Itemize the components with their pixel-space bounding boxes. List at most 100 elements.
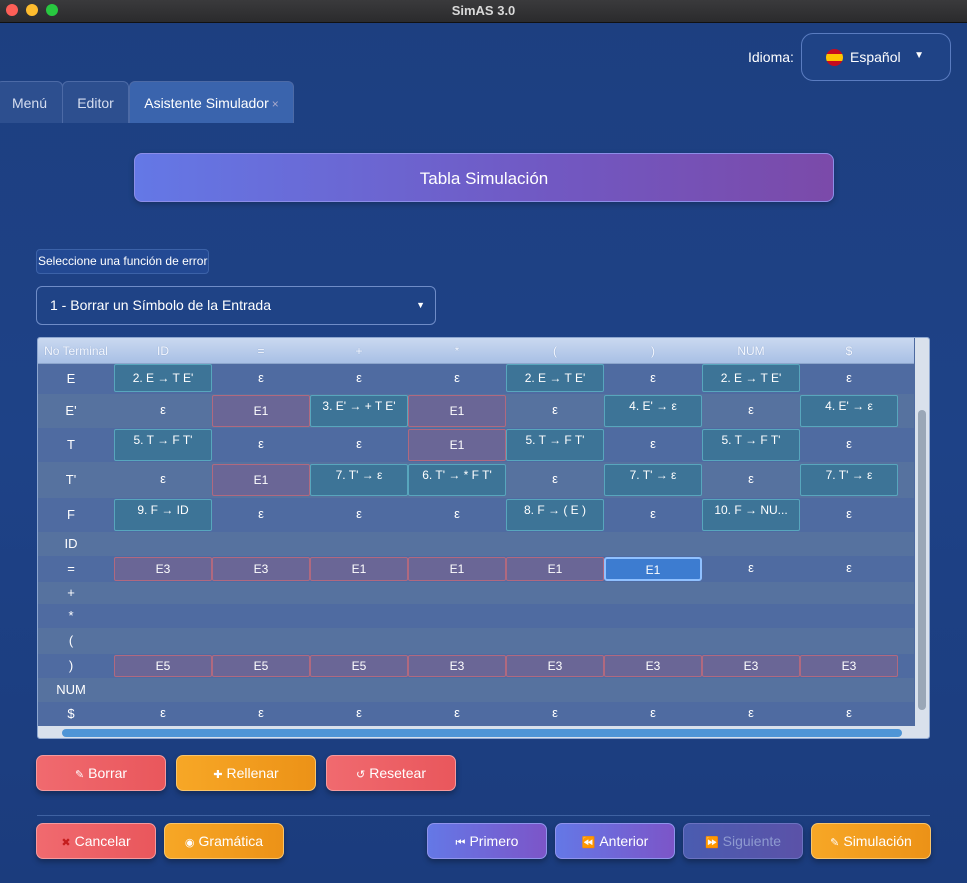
window-title: SimAS 3.0	[451, 3, 516, 18]
epsilon-cell[interactable]: ε	[310, 498, 408, 532]
error-cell[interactable]: E1	[408, 557, 506, 581]
epsilon-cell[interactable]: ε	[114, 462, 212, 498]
epsilon-cell[interactable]: ε	[604, 498, 702, 532]
epsilon-cell[interactable]: ε	[800, 428, 898, 462]
epsilon-cell[interactable]: ε	[506, 394, 604, 428]
epsilon-cell[interactable]: ε	[212, 428, 310, 462]
epsilon-cell[interactable]: ε	[800, 498, 898, 532]
error-cell[interactable]: E3	[800, 655, 898, 677]
table-row: T' ε E1 7. T' → ε 6. T' → * F T' ε 7. T' → εε7…	[38, 462, 914, 498]
close-tab-icon[interactable]: ×	[272, 97, 279, 111]
production-cell[interactable]: 5. T → F T'	[506, 429, 604, 461]
epsilon-cell[interactable]: ε	[604, 702, 702, 726]
cancelar-button[interactable]: ✖ Cancelar	[36, 823, 156, 859]
error-cell[interactable]: E1	[506, 557, 604, 581]
gramatica-button[interactable]: ◉ Gramática	[164, 823, 284, 859]
vertical-scrollbar[interactable]	[915, 338, 929, 738]
tab-editor[interactable]: Editor	[62, 81, 129, 123]
production-cell[interactable]: 8. F → ( E )	[506, 499, 604, 531]
error-cell[interactable]: E5	[310, 655, 408, 677]
epsilon-cell[interactable]: ε	[212, 702, 310, 726]
nonterminal-cell: =	[67, 561, 75, 576]
production-cell[interactable]: 5. T → F T'	[114, 429, 212, 461]
production-cell[interactable]: 5. T → F T'	[702, 429, 800, 461]
epsilon-cell[interactable]: ε	[604, 428, 702, 462]
error-function-select[interactable]: 1 - Borrar un Símbolo de la Entrada ▼	[36, 286, 436, 325]
simulation-icon: ✎	[830, 837, 840, 849]
table-row: = E3 E3 E1 E1 E1 E1 ε ε	[38, 556, 914, 582]
error-cell[interactable]: E1	[408, 395, 506, 427]
primero-button[interactable]: ⏮ Primero	[427, 823, 547, 859]
tab-menu[interactable]: Menú	[0, 81, 63, 123]
epsilon-cell[interactable]: ε	[800, 364, 898, 394]
column-header: $	[845, 344, 853, 358]
error-cell[interactable]: E3	[114, 557, 212, 581]
production-cell[interactable]: 4. E' → ε	[604, 395, 702, 427]
production-cell[interactable]: 6. T' → * F T'	[408, 464, 506, 496]
tab-label: Editor	[77, 95, 114, 111]
production-cell[interactable]: 3. E' → + T E'	[310, 395, 408, 427]
table-row: ID	[38, 532, 914, 556]
nonterminal-cell: *	[68, 608, 74, 623]
epsilon-cell[interactable]: ε	[604, 364, 702, 394]
borrar-button[interactable]: ✎ Borrar	[36, 755, 166, 791]
error-cell[interactable]: E1	[408, 429, 506, 461]
epsilon-cell[interactable]: ε	[702, 462, 800, 498]
production-cell[interactable]: 10. F → NU...	[702, 499, 800, 531]
simulacion-button[interactable]: ✎ Simulación	[811, 823, 931, 859]
error-cell[interactable]: E5	[114, 655, 212, 677]
error-cell[interactable]: E3	[506, 655, 604, 677]
error-cell[interactable]: E3	[604, 655, 702, 677]
error-cell[interactable]: E1	[310, 557, 408, 581]
production-cell[interactable]: 7. T' → ε	[800, 464, 898, 496]
error-cell[interactable]: E5	[212, 655, 310, 677]
divider	[37, 815, 930, 816]
production-cell[interactable]: 2. E → T E'	[114, 364, 212, 392]
epsilon-cell[interactable]: ε	[702, 702, 800, 726]
production-cell[interactable]: 4. E' → ε	[800, 395, 898, 427]
production-cell[interactable]: 7. T' → ε	[604, 464, 702, 496]
epsilon-cell[interactable]: ε	[702, 394, 800, 428]
epsilon-cell[interactable]: ε	[408, 364, 506, 394]
epsilon-cell[interactable]: ε	[310, 702, 408, 726]
horizontal-scrollbar[interactable]	[38, 726, 915, 738]
epsilon-cell[interactable]: ε	[310, 364, 408, 394]
error-cell[interactable]: E3	[408, 655, 506, 677]
epsilon-cell[interactable]: ε	[800, 702, 898, 726]
vertical-scroll-thumb[interactable]	[918, 410, 926, 710]
epsilon-cell[interactable]: ε	[408, 498, 506, 532]
production-cell[interactable]: 9. F → ID	[114, 499, 212, 531]
epsilon-cell[interactable]: ε	[114, 394, 212, 428]
epsilon-cell[interactable]: ε	[212, 364, 310, 394]
table-body: E 2. E → T E' ε ε ε 2. E → T E' ε 2. E → T E' ε E…	[38, 364, 914, 726]
language-select[interactable]: Español ▼	[801, 33, 951, 81]
epsilon-cell[interactable]: ε	[408, 702, 506, 726]
epsilon-cell[interactable]: ε	[702, 556, 800, 582]
tab-asistente-simulador[interactable]: Asistente Simulador ×	[129, 81, 294, 123]
resetear-button[interactable]: ↺ Resetear	[326, 755, 456, 791]
button-label: Rellenar	[226, 765, 279, 781]
siguiente-button[interactable]: ⏩ Siguiente	[683, 823, 803, 859]
production-cell[interactable]: 2. E → T E'	[702, 364, 800, 392]
production-cell[interactable]: 2. E → T E'	[506, 364, 604, 392]
epsilon-cell[interactable]: ε	[506, 702, 604, 726]
page-title: Tabla Simulación	[134, 153, 834, 202]
error-cell[interactable]: E1	[212, 395, 310, 427]
rellenar-button[interactable]: ✚ Rellenar	[176, 755, 316, 791]
production-cell[interactable]: 7. T' → ε	[310, 464, 408, 496]
table-row: $ ε ε ε ε ε ε ε ε	[38, 702, 914, 726]
horizontal-scroll-thumb[interactable]	[62, 729, 902, 737]
epsilon-cell[interactable]: ε	[212, 498, 310, 532]
column-header: =	[257, 344, 265, 358]
epsilon-cell[interactable]: ε	[800, 556, 898, 582]
chevron-down-icon: ▼	[416, 300, 425, 310]
epsilon-cell[interactable]: ε	[506, 462, 604, 498]
error-cell[interactable]: E1	[604, 557, 702, 581]
eraser-icon: ✎	[74, 769, 85, 781]
error-cell[interactable]: E3	[702, 655, 800, 677]
epsilon-cell[interactable]: ε	[310, 428, 408, 462]
error-cell[interactable]: E1	[212, 464, 310, 496]
error-cell[interactable]: E3	[212, 557, 310, 581]
epsilon-cell[interactable]: ε	[114, 702, 212, 726]
anterior-button[interactable]: ⏪ Anterior	[555, 823, 675, 859]
